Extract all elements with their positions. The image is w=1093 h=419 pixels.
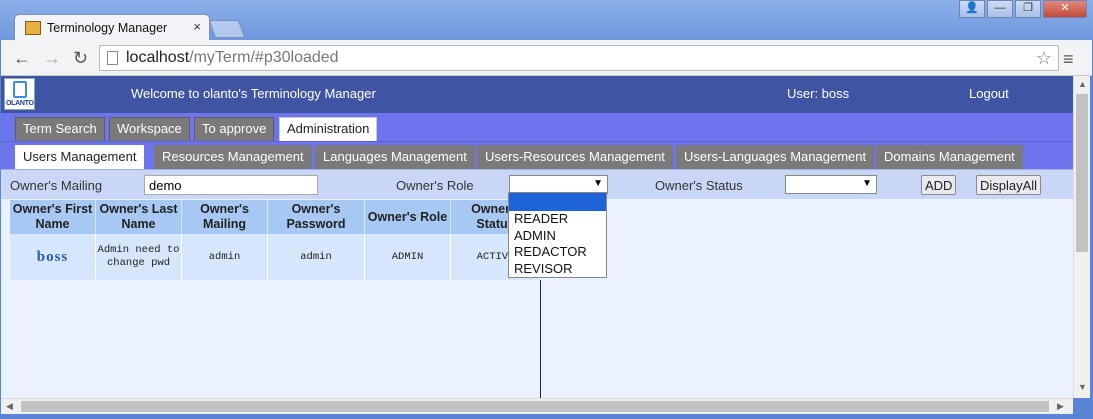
minimize-button[interactable]: — (987, 0, 1013, 18)
role-option-reader[interactable]: READER (509, 211, 606, 228)
reload-icon[interactable]: ↻ (73, 48, 88, 69)
subtab-languages-management[interactable]: Languages Management (315, 145, 475, 169)
mailing-label: Owner's Mailing (10, 178, 103, 193)
role-label: Owner's Role (396, 178, 474, 193)
chevron-down-icon: ▼ (593, 178, 603, 189)
tab-workspace[interactable]: Workspace (109, 117, 190, 141)
role-option-revisor[interactable]: REVISOR (509, 261, 606, 278)
scroll-right-icon[interactable]: ▶ (1057, 401, 1064, 412)
tab-to-approve[interactable]: To approve (194, 117, 275, 141)
logo-document-icon (13, 81, 27, 98)
horizontal-scrollbar[interactable]: ◀ ▶ (1, 398, 1073, 414)
vertical-scrollbar[interactable]: ▲ ▼ (1073, 76, 1090, 398)
bookmark-star-icon[interactable]: ☆ (1036, 48, 1052, 69)
browser-tab[interactable]: Terminology Manager × (14, 14, 210, 41)
browser-toolbar: ← → ↻ localhost/myTerm/#p30loaded ☆ ≡ (1, 40, 1092, 76)
favicon-icon (25, 21, 41, 35)
cell-password: admin (268, 234, 365, 280)
browser-window: Terminology Manager × 👤 — ❐ ✕ ← → ↻ loca… (0, 0, 1093, 419)
url-path: /myTerm/#p30loaded (189, 49, 339, 66)
tab-title: Terminology Manager (47, 21, 168, 35)
header-role: Owner's Role (365, 200, 451, 234)
scroll-left-icon[interactable]: ◀ (6, 401, 13, 412)
role-option-admin[interactable]: ADMIN (509, 228, 606, 245)
subtab-resources-management[interactable]: Resources Management (154, 145, 312, 169)
panel-divider (540, 280, 541, 398)
chevron-down-icon: ▼ (862, 178, 872, 189)
page-icon (107, 51, 118, 65)
cell-first-name[interactable]: boss (10, 234, 96, 280)
cell-last-name: Admin need to change pwd (96, 234, 182, 280)
back-icon[interactable]: ← (13, 48, 31, 69)
welcome-text: Welcome to olanto's Terminology Manager (131, 86, 376, 101)
role-dropdown-list: READER ADMIN REDACTOR REVISOR (508, 192, 607, 278)
admin-subtabs: Users Management Resources Management La… (1, 141, 1073, 169)
user-label: User: boss (787, 86, 850, 101)
vertical-scroll-thumb[interactable] (1076, 94, 1088, 252)
url-text: localhost/myTerm/#p30loaded (126, 49, 339, 67)
cell-mailing: admin (182, 234, 268, 280)
page-viewport: OLANTO Welcome to olanto's Terminology M… (1, 76, 1073, 398)
role-option-empty[interactable] (509, 193, 606, 211)
users-table: Owner's First Name Owner's Last Name Own… (10, 200, 541, 280)
maximize-button[interactable]: ❐ (1015, 0, 1041, 18)
window-controls: 👤 — ❐ ✕ (959, 0, 1087, 18)
close-window-button[interactable]: ✕ (1043, 0, 1087, 18)
browser-menu-icon[interactable]: ≡ (1063, 49, 1074, 70)
url-host: localhost (126, 49, 190, 66)
mailing-input[interactable] (144, 175, 318, 195)
profile-icon[interactable]: 👤 (959, 0, 985, 18)
address-bar[interactable]: localhost/myTerm/#p30loaded ☆ (99, 45, 1059, 71)
subtab-users-resources-management[interactable]: Users-Resources Management (477, 145, 673, 169)
subtab-users-management[interactable]: Users Management (15, 145, 145, 169)
display-all-button[interactable]: DisplayAll (976, 175, 1042, 195)
add-button[interactable]: ADD (921, 175, 957, 195)
main-tabs: Term Search Workspace To approve Adminis… (1, 113, 1073, 141)
forward-icon[interactable]: → (43, 48, 61, 69)
header-first-name: Owner's First Name (10, 200, 96, 234)
app-header: OLANTO Welcome to olanto's Terminology M… (1, 76, 1073, 113)
subtab-users-languages-management[interactable]: Users-Languages Management (676, 145, 875, 169)
header-mailing: Owner's Mailing (182, 200, 268, 234)
status-label: Owner's Status (655, 178, 743, 193)
header-last-name: Owner's Last Name (96, 200, 182, 234)
tab-term-search[interactable]: Term Search (15, 117, 105, 141)
horizontal-scroll-thumb[interactable] (21, 401, 1049, 412)
logout-link[interactable]: Logout (969, 86, 1009, 101)
cell-role: ADMIN (365, 234, 451, 280)
scroll-down-icon[interactable]: ▼ (1078, 382, 1087, 392)
scroll-up-icon[interactable]: ▲ (1078, 79, 1087, 89)
tab-administration[interactable]: Administration (279, 117, 378, 141)
title-bar: Terminology Manager × 👤 — ❐ ✕ (0, 0, 1093, 41)
new-tab-button[interactable] (208, 20, 246, 38)
olanto-logo: OLANTO (4, 78, 35, 110)
logo-text: OLANTO (6, 100, 34, 107)
role-option-redactor[interactable]: REDACTOR (509, 244, 606, 261)
header-password: Owner's Password (268, 200, 365, 234)
tab-close-icon[interactable]: × (193, 19, 201, 34)
subtab-domains-management[interactable]: Domains Management (876, 145, 1023, 169)
status-select[interactable]: ▼ (785, 175, 877, 194)
